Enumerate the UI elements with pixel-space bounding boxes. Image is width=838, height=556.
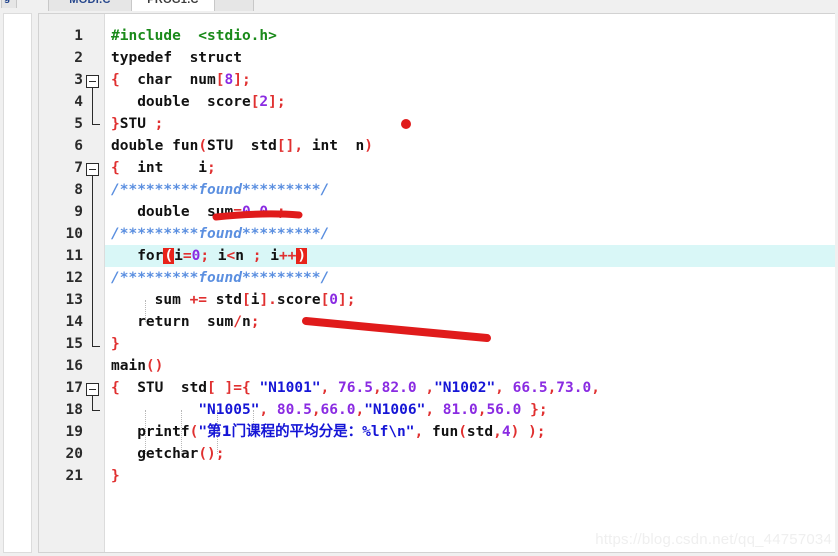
line-number-15: 15 [65, 336, 83, 352]
code-line-15-text: } [111, 336, 120, 352]
code-line-15[interactable]: } [105, 333, 835, 355]
fold-bracket-line-7 [92, 176, 93, 346]
bracket-match-close: ) [296, 248, 308, 264]
code-line-6-text: double fun(STU std[], int n) [111, 138, 373, 154]
code-surface[interactable]: #include <stdio.h> typedef struct { char… [105, 14, 835, 552]
code-line-9[interactable]: double sum=0.0 ; [105, 201, 835, 223]
code-line-5[interactable]: }STU ; [105, 113, 835, 135]
code-line-9-text: double sum=0.0 ; [111, 204, 286, 220]
tab-prog1-c-label: PROG1.C [147, 0, 199, 6]
line-number-10: 10 [65, 226, 83, 242]
editor-gutter[interactable]: 1 2 3 4 5 6 7 8 9 10 11 12 13 14 15 16 17 18 19 20 21 [39, 14, 105, 552]
code-line-14-text: return sum/n; [111, 314, 260, 330]
line-number-9: 9 [74, 204, 83, 220]
line-number-8: 8 [74, 182, 83, 198]
line-number-16: 16 [65, 358, 83, 374]
code-line-17[interactable]: { STU std[ ]={ "N1001", 76.5,82.0 ,"N100… [105, 377, 835, 399]
fold-toggle-line-7[interactable] [86, 163, 99, 176]
code-line-6[interactable]: double fun(STU std[], int n) [105, 135, 835, 157]
code-line-12[interactable]: /*********found*********/ [105, 267, 835, 289]
code-line-3[interactable]: { char num[8]; [105, 69, 835, 91]
code-line-13[interactable]: sum += std[i].score[0]; [105, 289, 835, 311]
code-line-1-text: #include <stdio.h> [111, 28, 277, 44]
fold-bracket-foot-line-3 [92, 124, 100, 125]
line-number-6: 6 [74, 138, 83, 154]
code-line-18-text: "N1005", 80.5,66.0,"N1006", 81.0,56.0 }; [198, 402, 548, 418]
watermark: https://blog.csdn.net/qq_44757034 [595, 531, 832, 548]
tab-modi-c-label: MODI.C [69, 0, 111, 6]
code-line-2[interactable]: typedef struct [105, 47, 835, 69]
code-line-21-text: } [111, 468, 120, 484]
code-line-7[interactable]: { int i; [105, 157, 835, 179]
code-line-10[interactable]: /*********found*********/ [105, 223, 835, 245]
line-number-19: 19 [65, 424, 83, 440]
tab-modi-c[interactable]: MODI.C [48, 0, 132, 11]
code-editor[interactable]: 1 2 3 4 5 6 7 8 9 10 11 12 13 14 15 16 17 18 19 20 21 #inclu… [38, 13, 835, 553]
code-line-20[interactable]: getchar(); [105, 443, 835, 465]
window-menu-icon[interactable]: g [1, 0, 17, 8]
code-line-11-text: for(i=0; i<n ; i++) [111, 248, 308, 264]
code-line-16-text: main() [111, 358, 164, 374]
code-line-19[interactable]: printf("第1门课程的平均分是：%lf\n", fun(std,4) ); [105, 421, 835, 443]
line-number-4: 4 [74, 94, 83, 110]
line-number-5: 5 [74, 116, 83, 132]
editor-tab-bar: g MODI.C PROG1.C [0, 0, 838, 11]
fold-bracket-line-17 [92, 396, 93, 410]
line-number-12: 12 [65, 270, 83, 286]
fold-toggle-line-3[interactable] [86, 75, 99, 88]
tab-overflow[interactable] [214, 0, 254, 11]
code-line-4[interactable]: double score[2]; [105, 91, 835, 113]
code-line-20-text: getchar(); [111, 446, 225, 462]
tab-prog1-c[interactable]: PROG1.C [131, 0, 215, 11]
code-line-12-text: /*********found*********/ [111, 270, 330, 286]
code-line-18[interactable]: "N1005", 80.5,66.0,"N1006", 81.0,56.0 }; [105, 399, 835, 421]
line-number-7: 7 [74, 160, 83, 176]
fold-bracket-line-3 [92, 88, 93, 124]
line-number-17: 17 [65, 380, 83, 396]
code-line-21[interactable]: } [105, 465, 835, 487]
code-line-13-text: sum += std[i].score[0]; [111, 292, 356, 308]
code-line-17-text: { STU std[ ]={ "N1001", 76.5,82.0 ,"N100… [111, 380, 600, 396]
line-number-14: 14 [65, 314, 83, 330]
line-number-21: 21 [65, 468, 83, 484]
code-line-7-text: { int i; [111, 160, 216, 176]
line-number-3: 3 [74, 72, 83, 88]
line-number-20: 20 [65, 446, 83, 462]
code-line-3-text: { char num[8]; [111, 72, 251, 88]
bracket-match-open: ( [163, 248, 175, 264]
code-line-10-text: /*********found*********/ [111, 226, 330, 242]
code-line-5-text: }STU ; [111, 116, 164, 132]
code-line-19-text: printf("第1门课程的平均分是：%lf\n", fun(std,4) ); [111, 424, 546, 440]
fold-bracket-foot-line-7 [92, 346, 100, 347]
application-window: g MODI.C PROG1.C 12345678910111213141516… [0, 0, 838, 556]
code-line-16[interactable]: main() [105, 355, 835, 377]
line-number-13: 13 [65, 292, 83, 308]
code-line-8[interactable]: /*********found*********/ [105, 179, 835, 201]
code-line-11[interactable]: for(i=0; i<n ; i++) [105, 245, 835, 267]
fold-bracket-foot-line-17 [92, 410, 100, 411]
code-line-1[interactable]: #include <stdio.h> [105, 25, 835, 47]
workspace-pane[interactable] [3, 13, 32, 553]
window-menu-glyph: g [4, 0, 10, 4]
code-line-4-text: double score[2]; [111, 94, 286, 110]
code-line-8-text: /*********found*********/ [111, 182, 330, 198]
line-number-2: 2 [74, 50, 83, 66]
fold-toggle-line-17[interactable] [86, 383, 99, 396]
line-number-18: 18 [65, 402, 83, 418]
code-line-2-text: typedef struct [111, 50, 242, 66]
code-line-14[interactable]: return sum/n; [105, 311, 835, 333]
line-number-11: 11 [65, 248, 83, 264]
line-number-1: 1 [74, 28, 83, 44]
